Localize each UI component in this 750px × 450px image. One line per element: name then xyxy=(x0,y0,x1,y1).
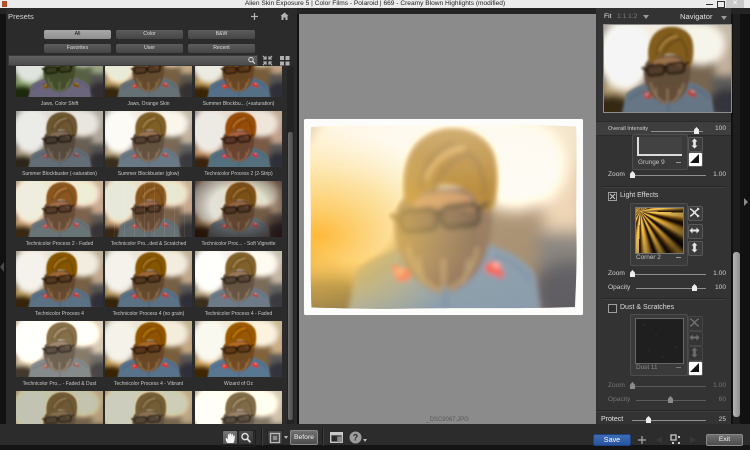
svg-text:?: ? xyxy=(353,433,359,443)
